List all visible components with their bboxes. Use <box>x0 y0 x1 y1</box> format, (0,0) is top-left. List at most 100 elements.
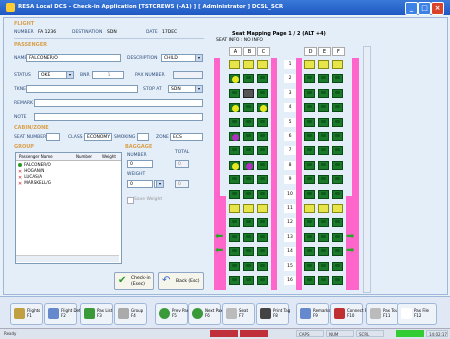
seat[interactable] <box>257 74 268 84</box>
seat[interactable] <box>304 132 315 141</box>
seat[interactable] <box>318 189 329 199</box>
seat[interactable] <box>318 117 329 127</box>
seat[interactable] <box>332 117 343 127</box>
seat[interactable] <box>318 232 329 242</box>
bag-weight-field[interactable]: 0 <box>127 180 153 188</box>
toolbar-button-remarks[interactable]: Remarks F9 <box>296 303 330 325</box>
name-field[interactable]: FALCONER/O <box>26 54 121 62</box>
class-field[interactable]: ECONOMY <box>84 133 112 141</box>
seat[interactable] <box>304 117 315 127</box>
toolbar-button-flights[interactable]: Flights F1 <box>10 303 43 325</box>
maximize-button[interactable]: □ <box>418 2 431 15</box>
toolbar-button-flight-detail[interactable]: Flight Detail F2 <box>44 303 85 325</box>
seat[interactable] <box>318 247 329 257</box>
group-list[interactable]: Passenger Name Number Weight FALCONER/O … <box>15 152 122 264</box>
seat[interactable] <box>318 60 329 69</box>
seat[interactable] <box>243 60 254 69</box>
horizontal-scrollbar[interactable] <box>16 255 119 262</box>
seat[interactable] <box>243 276 254 285</box>
bag-number-field[interactable]: 0 <box>127 160 153 168</box>
seat[interactable] <box>257 247 268 257</box>
seat[interactable] <box>243 117 254 127</box>
seat[interactable] <box>332 74 343 84</box>
seat[interactable] <box>229 204 240 213</box>
seat[interactable] <box>243 261 254 271</box>
seat[interactable] <box>257 132 268 141</box>
seat[interactable] <box>304 218 315 228</box>
back-button[interactable]: ↶ Back (Esc) <box>158 272 204 290</box>
remark-field[interactable] <box>34 99 203 107</box>
weight-total-field[interactable]: 0 <box>175 180 189 188</box>
stop-at-select[interactable]: SDN ▾ <box>168 85 203 93</box>
group-row[interactable]: ✕ MARSKELL/G <box>18 180 51 187</box>
total-field[interactable]: 0 <box>175 160 189 168</box>
seat[interactable] <box>318 132 329 141</box>
seat[interactable] <box>243 189 254 199</box>
pax-number-field[interactable] <box>173 71 203 79</box>
checkin-button[interactable]: ✔ Check-in (Esec) <box>114 272 154 290</box>
group-row[interactable]: ✕ LUCAS/A <box>18 174 42 181</box>
status-select[interactable]: OKE ▾ <box>38 71 74 79</box>
seat[interactable] <box>257 117 268 127</box>
seat[interactable] <box>332 60 343 69</box>
toolbar-button-pax-file[interactable]: Pax File F12 <box>397 303 437 325</box>
toolbar-button-seat[interactable]: Seat F7 <box>222 303 255 325</box>
seat[interactable] <box>229 60 240 69</box>
seat[interactable] <box>304 103 315 113</box>
bnr-field[interactable]: 1 <box>92 71 124 79</box>
tkne-field[interactable] <box>26 85 138 93</box>
close-button[interactable]: × <box>431 2 444 15</box>
seat[interactable] <box>332 218 343 228</box>
seat[interactable] <box>243 175 254 185</box>
seat[interactable] <box>304 88 315 98</box>
toolbar-button-group[interactable]: Group F4 <box>114 303 147 325</box>
seat[interactable] <box>304 146 315 156</box>
seat[interactable] <box>257 60 268 69</box>
seat[interactable] <box>332 204 343 213</box>
weight-unit-select[interactable]: ▾ <box>154 180 164 188</box>
seat[interactable] <box>257 146 268 156</box>
seat[interactable] <box>332 261 343 271</box>
seat[interactable] <box>332 132 343 141</box>
smoking-field[interactable] <box>137 133 149 141</box>
seat[interactable] <box>243 132 254 141</box>
seat[interactable] <box>257 160 268 170</box>
seat[interactable] <box>229 232 240 242</box>
seat[interactable] <box>332 175 343 185</box>
seat[interactable] <box>229 175 240 185</box>
seat[interactable] <box>304 261 315 271</box>
seat[interactable] <box>229 103 240 113</box>
seat[interactable] <box>257 261 268 271</box>
seat[interactable] <box>304 204 315 213</box>
seat[interactable] <box>257 88 268 98</box>
seat[interactable] <box>304 189 315 199</box>
toolbar-button-print-tag[interactable]: Print Tag F8 <box>256 303 290 325</box>
seat[interactable] <box>257 175 268 185</box>
toolbar-button-connect-flight[interactable]: Connect Flight F10 <box>330 303 376 325</box>
seat[interactable] <box>243 74 254 84</box>
seat[interactable] <box>304 60 315 69</box>
seat[interactable] <box>318 218 329 228</box>
seat[interactable] <box>318 175 329 185</box>
seat[interactable] <box>243 103 254 113</box>
seat[interactable] <box>243 204 254 213</box>
seat[interactable] <box>304 232 315 242</box>
seat[interactable] <box>243 232 254 242</box>
seat[interactable] <box>257 218 268 228</box>
seat[interactable] <box>332 88 343 98</box>
seatmap-scrollbar[interactable] <box>363 46 371 293</box>
seat[interactable] <box>257 103 268 113</box>
toolbar-button-pax-tour[interactable]: Pax Tour F11 <box>366 303 400 325</box>
seat[interactable] <box>229 218 240 228</box>
seat[interactable] <box>243 146 254 156</box>
seat[interactable] <box>318 103 329 113</box>
seat[interactable] <box>318 160 329 170</box>
seat[interactable] <box>318 204 329 213</box>
seat[interactable] <box>257 204 268 213</box>
seat[interactable] <box>229 88 240 98</box>
seat[interactable] <box>304 160 315 170</box>
seat[interactable] <box>318 146 329 156</box>
seat[interactable] <box>304 276 315 285</box>
minimize-button[interactable]: _ <box>405 2 418 15</box>
seat[interactable] <box>229 160 240 170</box>
